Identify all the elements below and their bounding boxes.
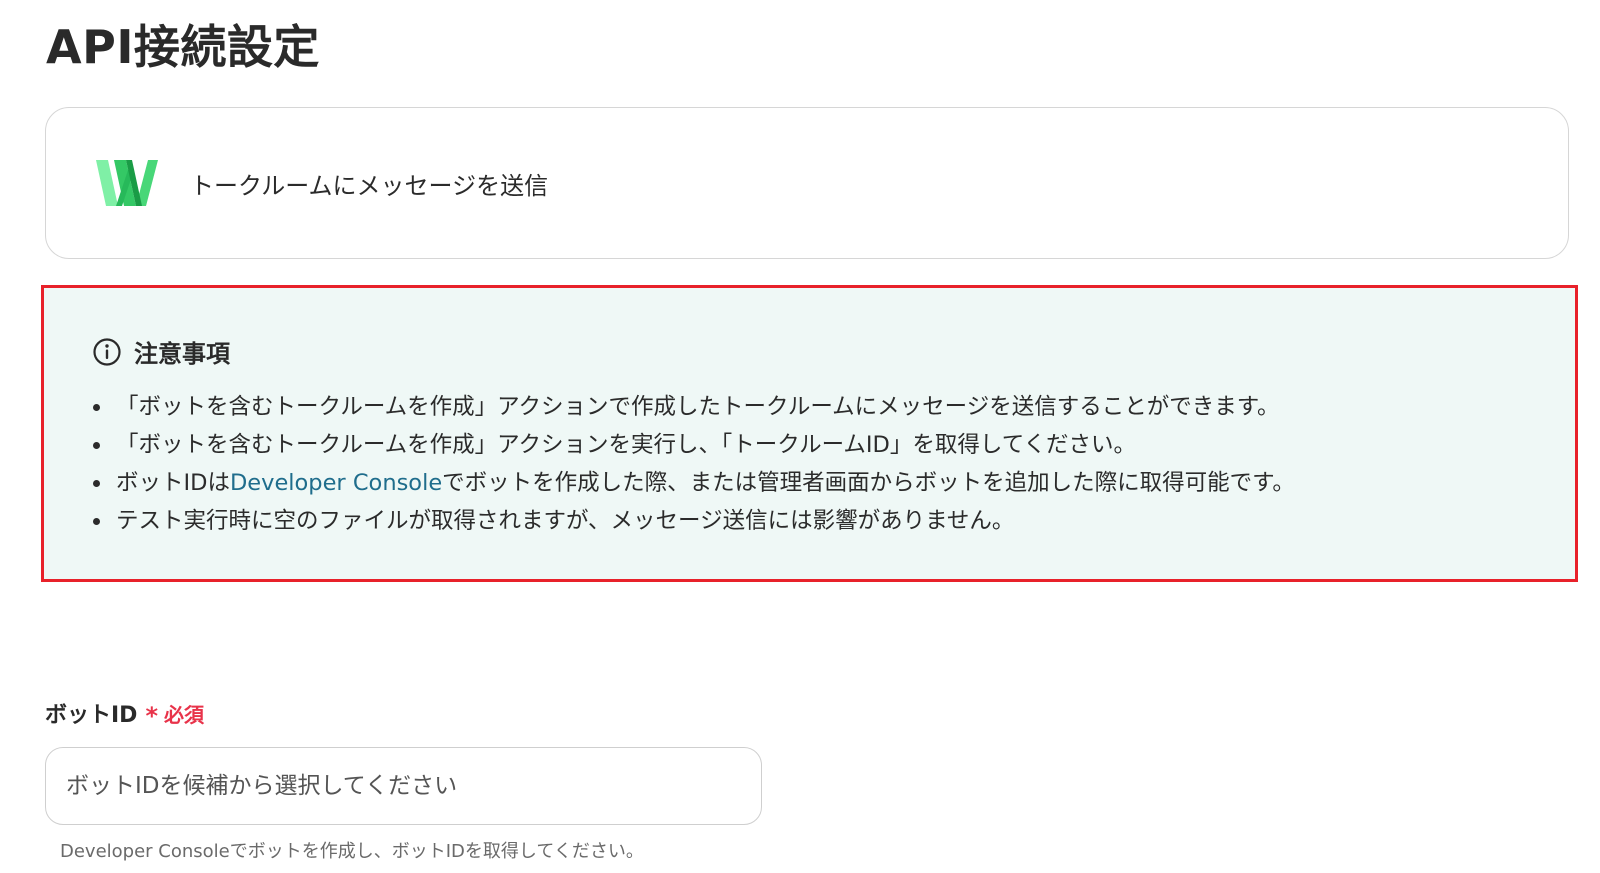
notice-item-text: でボットを作成した際、または管理者画面からボットを追加した際に取得可能です。 xyxy=(442,470,1295,496)
notice-item: テスト実行時に空のファイルが取得されますが、メッセージ送信には影響がありません。 xyxy=(92,502,1295,540)
notice-title: 注意事項 xyxy=(134,340,230,368)
info-icon xyxy=(93,337,121,366)
bot-id-help-text: Developer Consoleでボットを作成し、ボットIDを取得してください… xyxy=(60,841,644,862)
required-badge: 必須 xyxy=(164,702,205,727)
required-asterisk-icon: * xyxy=(145,702,159,730)
bot-id-label: ボットID xyxy=(45,703,138,728)
developer-console-link[interactable]: Developer Console xyxy=(230,470,442,496)
action-label: トークルームにメッセージを送信 xyxy=(190,171,549,200)
bot-id-input[interactable] xyxy=(45,747,762,825)
notice-item: ボットIDはDeveloper Consoleでボットを作成した際、または管理者… xyxy=(92,464,1295,502)
line-works-logo-icon xyxy=(96,160,158,206)
notice-item: 「ボットを含むトークルームを作成」アクションで作成したトークルームにメッセージを… xyxy=(92,388,1295,426)
bot-id-label-row: ボットID * 必須 xyxy=(45,697,205,730)
api-connection-settings-page: API接続設定 トークルームにメッセージを送信 注意事項 「ボットを含むトークル… xyxy=(0,0,1600,873)
action-card[interactable]: トークルームにメッセージを送信 xyxy=(45,107,1569,259)
notice-box: 注意事項 「ボットを含むトークルームを作成」アクションで作成したトークルームにメ… xyxy=(41,285,1578,582)
notice-item-text: ボットIDは xyxy=(116,470,230,496)
notice-header: 注意事項 xyxy=(92,334,230,369)
page-title: API接続設定 xyxy=(46,20,320,74)
notice-item: 「ボットを含むトークルームを作成」アクションを実行し、「トークルームID」を取得… xyxy=(92,426,1295,464)
notice-list: 「ボットを含むトークルームを作成」アクションで作成したトークルームにメッセージを… xyxy=(92,388,1295,540)
